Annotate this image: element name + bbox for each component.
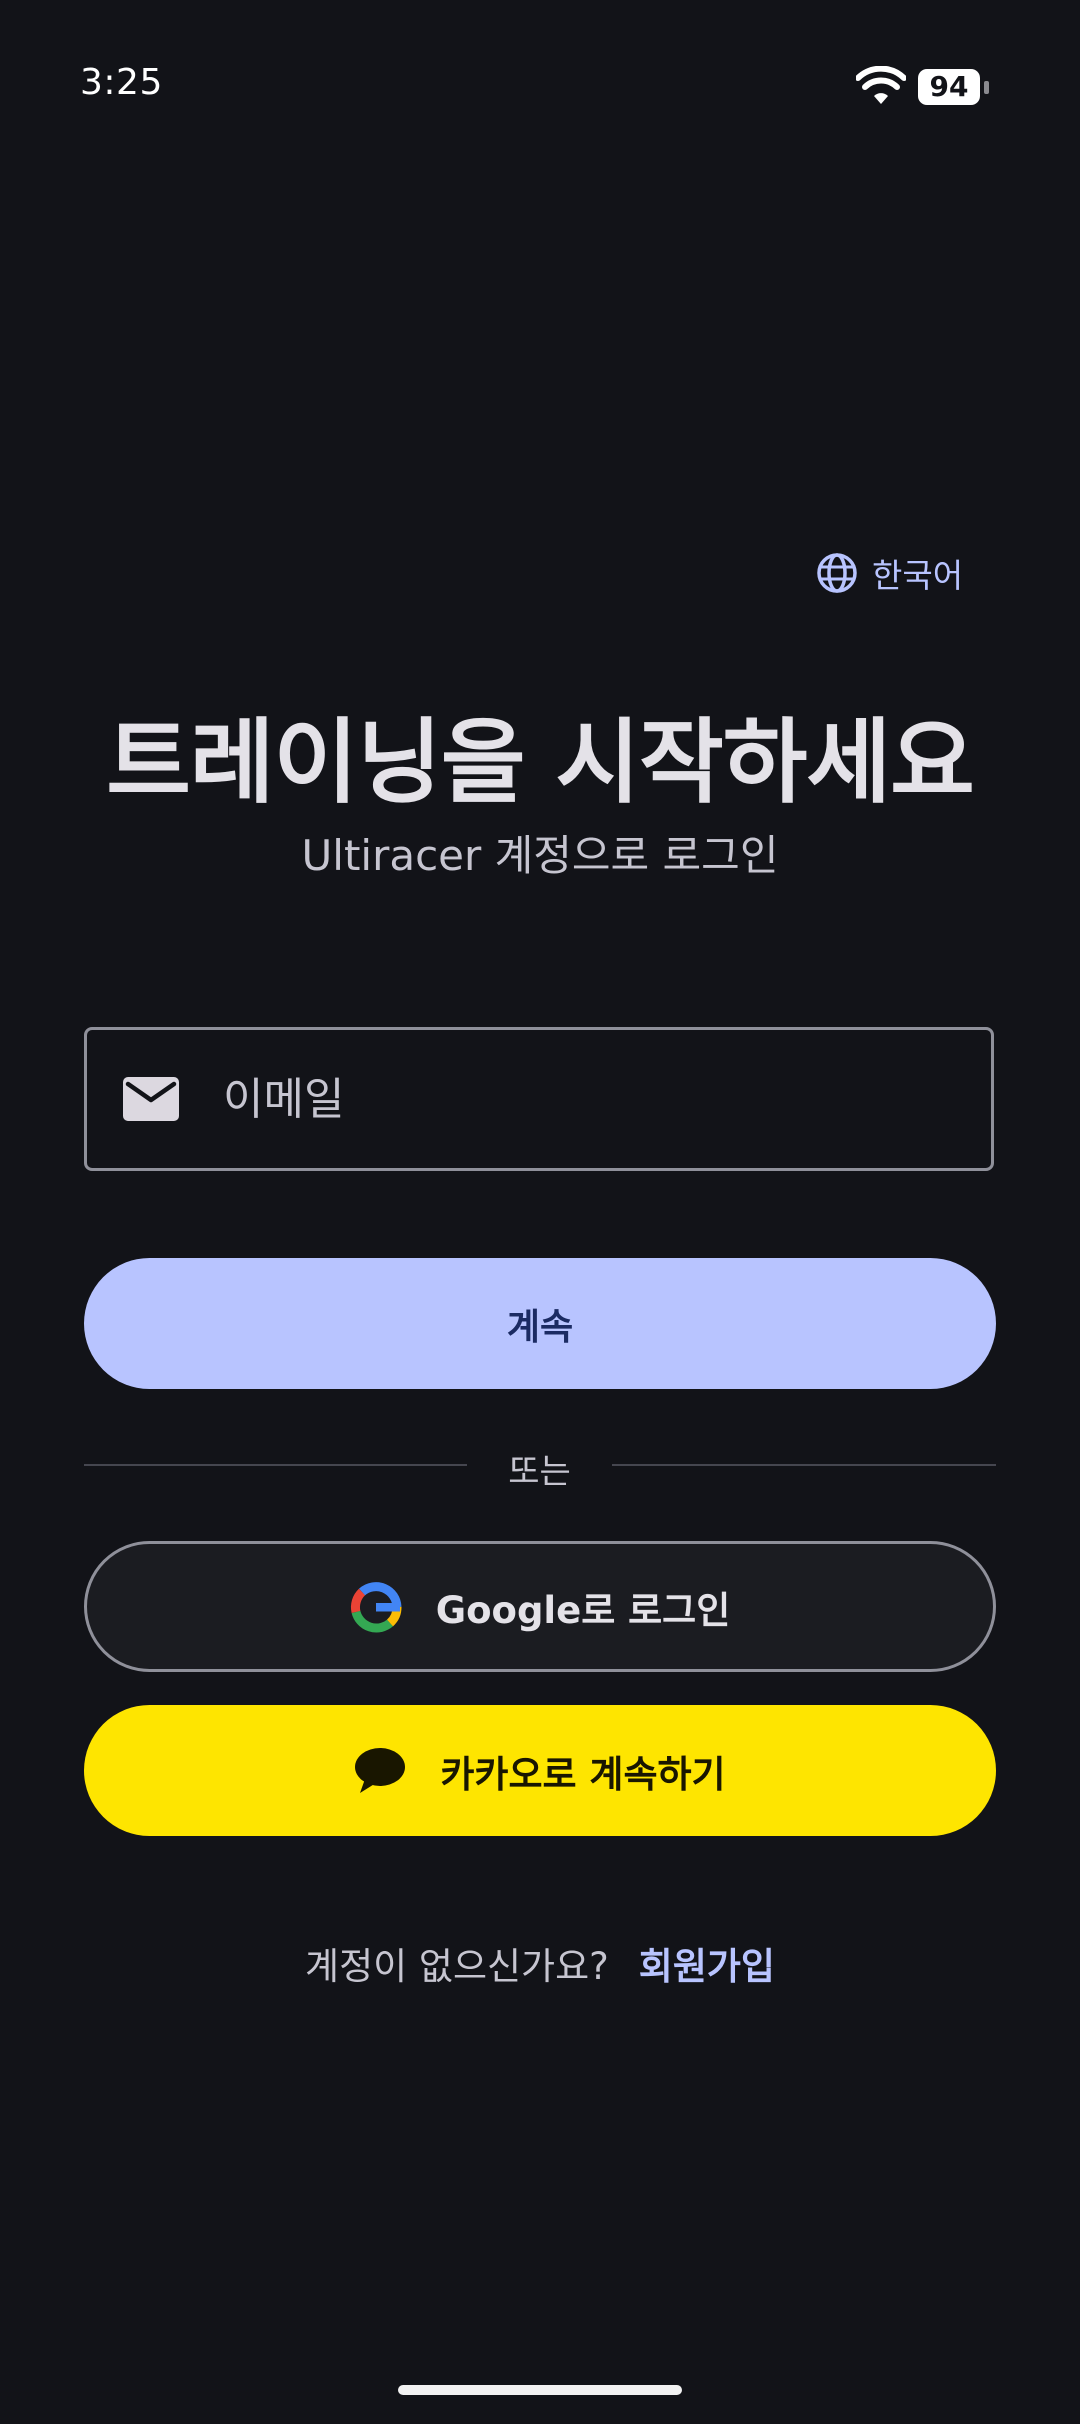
divider-label: 또는	[508, 1452, 571, 1492]
language-label: 한국어	[872, 556, 964, 595]
divider-line-left	[84, 1464, 467, 1466]
google-login-label: Google로 로그인	[435, 1588, 731, 1632]
continue-button[interactable]: 계속	[84, 1258, 996, 1389]
email-field[interactable]	[84, 1027, 994, 1171]
email-input[interactable]	[223, 1030, 991, 1168]
signup-row: 계정이 없으신가요? 회원가입	[0, 1936, 1080, 1990]
language-switch[interactable]: 한국어	[816, 548, 963, 598]
kakao-login-label: 카카오로 계속하기	[440, 1752, 726, 1796]
battery-level: 94	[918, 69, 980, 105]
status-bar: 3:25 94	[0, 0, 1080, 175]
page-title: 트레이닝을 시작하세요	[106, 709, 974, 816]
google-icon	[350, 1581, 402, 1632]
status-time: 3:25	[80, 62, 163, 103]
battery-icon: 94	[918, 69, 990, 105]
battery-tip	[984, 81, 989, 94]
signup-prompt: 계정이 없으신가요?	[305, 1945, 609, 1988]
google-login-button[interactable]: Google로 로그인	[84, 1541, 996, 1672]
page-subtitle: Ultiracer 계정으로 로그인	[301, 831, 779, 880]
or-divider: 또는	[84, 1440, 996, 1492]
divider-line-right	[612, 1464, 996, 1466]
home-indicator[interactable]	[398, 2385, 682, 2395]
signup-link[interactable]: 회원가입	[639, 1945, 775, 1988]
kakao-login-button[interactable]: 카카오로 계속하기	[84, 1705, 996, 1836]
mail-icon	[123, 1077, 179, 1121]
globe-icon	[817, 553, 857, 593]
wifi-icon	[856, 66, 906, 104]
kakao-chat-icon	[355, 1747, 406, 1793]
